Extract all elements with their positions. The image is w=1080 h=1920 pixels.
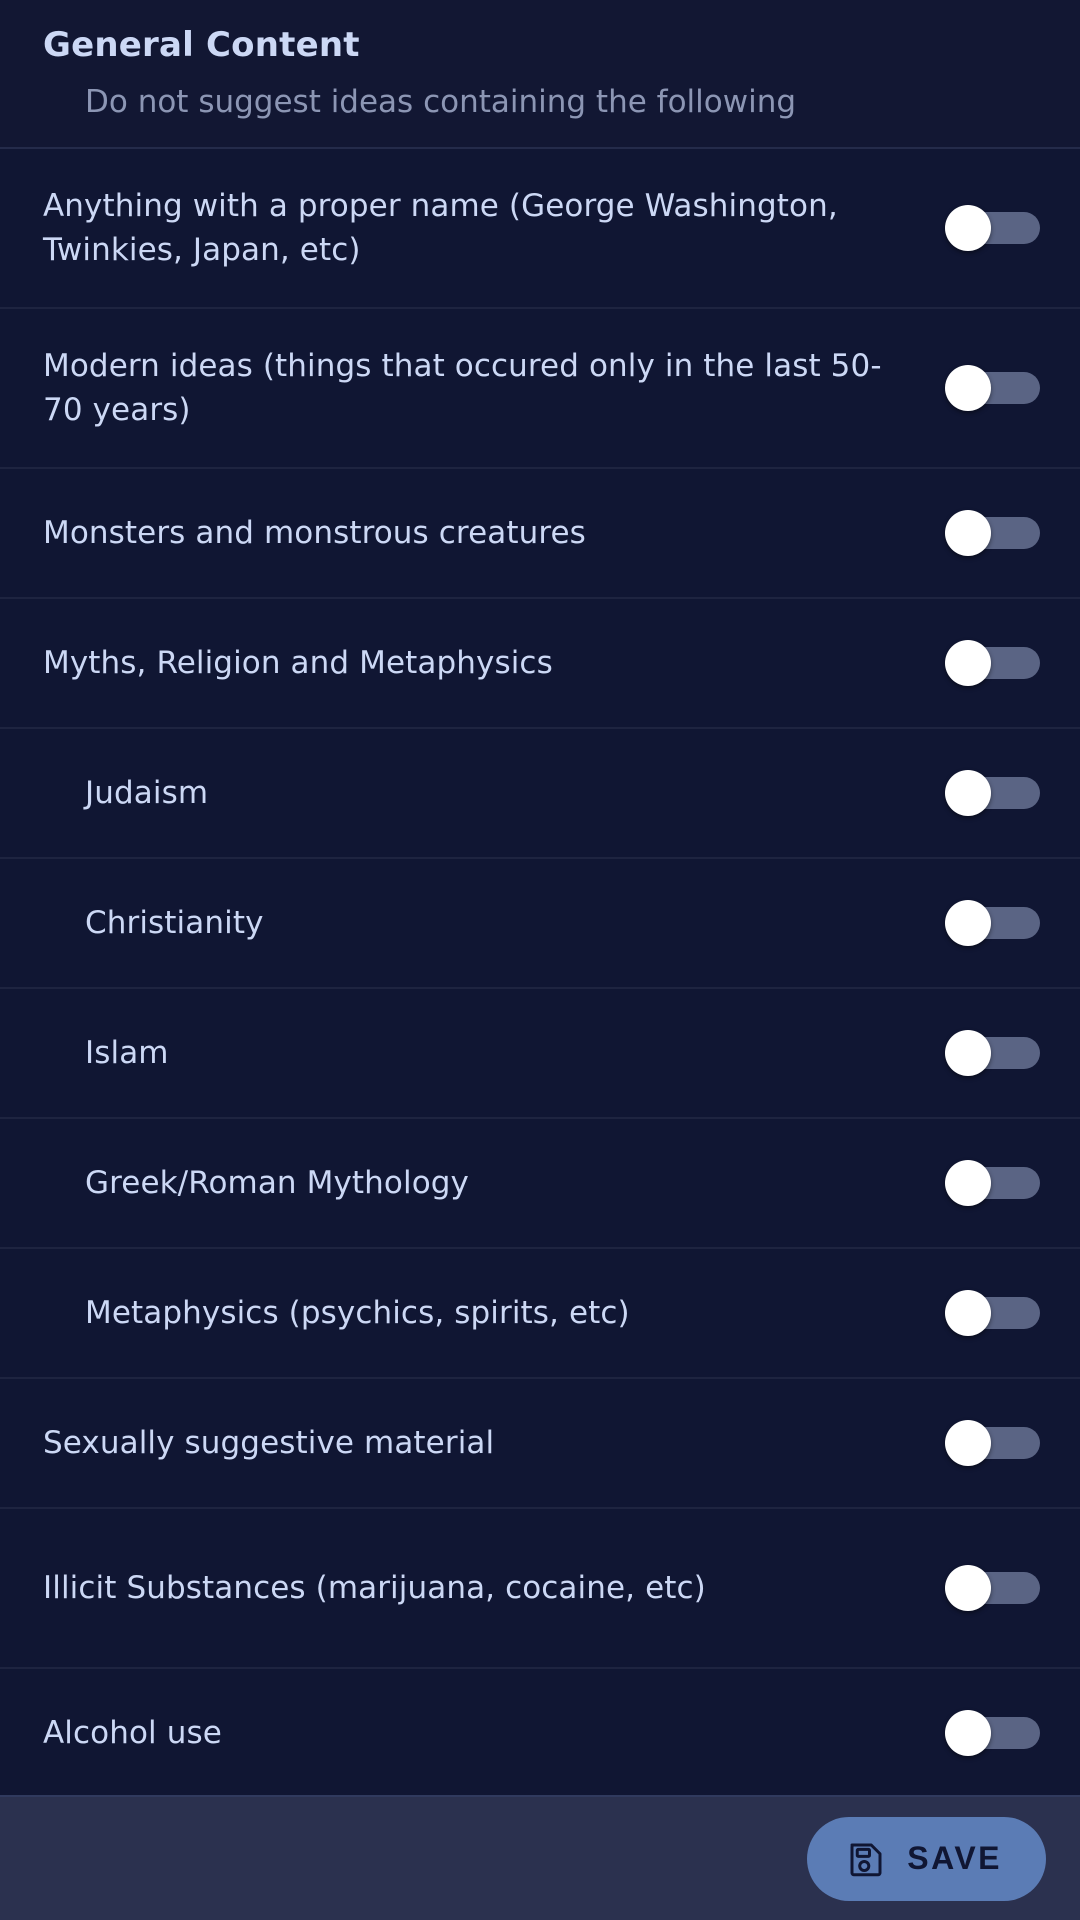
settings-row[interactable]: Greek/Roman Mythology [0,1119,1080,1250]
settings-row[interactable]: Christianity [0,859,1080,990]
settings-row-label: Greek/Roman Mythology [85,1165,469,1202]
toggle-knob [945,1030,991,1077]
settings-row-label: Christianity [85,905,264,942]
page-subtitle: Do not suggest ideas containing the foll… [85,83,797,120]
toggle-knob [945,900,991,947]
toggle-knob [945,640,991,687]
footer-bar: SAVE [0,1795,1080,1920]
settings-toggle[interactable] [945,1565,1040,1612]
settings-row[interactable]: Sexually suggestive material [0,1379,1080,1510]
settings-row[interactable]: Islam [0,989,1080,1120]
settings-screen: General Content Do not suggest ideas con… [0,0,1080,1920]
toggle-knob [945,510,991,557]
toggle-knob [945,1420,991,1467]
settings-toggle[interactable] [945,1710,1040,1757]
settings-row-label: Alcohol use [43,1715,222,1752]
settings-row-label: Illicit Substances (marijuana, cocaine, … [43,1570,706,1607]
settings-row-label: Sexually suggestive material [43,1425,495,1462]
save-button-label: SAVE [907,1840,1002,1876]
toggle-knob [945,1160,991,1207]
toggle-knob [945,770,991,817]
settings-row-label: Islam [85,1035,169,1072]
settings-row-label: Anything with a proper name (George Wash… [43,188,838,269]
settings-row[interactable]: Monsters and monstrous creatures [0,469,1080,600]
settings-toggle[interactable] [945,365,1040,412]
settings-row[interactable]: Metaphysics (psychics, spirits, etc) [0,1249,1080,1380]
settings-toggle[interactable] [945,900,1040,947]
toggle-knob [945,205,991,252]
settings-row-label: Myths, Religion and Metaphysics [43,645,553,682]
toggle-knob [945,1290,991,1337]
settings-row-label: Modern ideas (things that occured only i… [43,348,882,429]
toggle-knob [945,1710,991,1757]
settings-toggle[interactable] [945,205,1040,252]
settings-toggle[interactable] [945,1160,1040,1207]
settings-row[interactable]: Anything with a proper name (George Wash… [0,149,1080,310]
settings-row[interactable]: Judaism [0,729,1080,860]
settings-list: Anything with a proper name (George Wash… [0,149,1080,1795]
settings-toggle[interactable] [945,640,1040,687]
settings-toggle[interactable] [945,1420,1040,1467]
settings-row-label: Judaism [85,775,209,812]
settings-row-label: Monsters and monstrous creatures [43,515,586,552]
settings-toggle[interactable] [945,1030,1040,1077]
page-title: General Content [43,25,360,65]
save-button[interactable]: SAVE [807,1816,1046,1901]
floppy-disk-save-icon [845,1838,887,1880]
settings-toggle[interactable] [945,510,1040,557]
settings-row[interactable]: Alcohol use [0,1669,1080,1795]
settings-toggle[interactable] [945,770,1040,817]
settings-toggle[interactable] [945,1290,1040,1337]
section-header: General Content Do not suggest ideas con… [0,0,1080,150]
settings-row[interactable]: Myths, Religion and Metaphysics [0,599,1080,730]
settings-row[interactable]: Modern ideas (things that occured only i… [0,309,1080,470]
toggle-knob [945,1565,991,1612]
toggle-knob [945,365,991,412]
settings-row-label: Metaphysics (psychics, spirits, etc) [85,1295,630,1332]
settings-row[interactable]: Illicit Substances (marijuana, cocaine, … [0,1509,1080,1670]
